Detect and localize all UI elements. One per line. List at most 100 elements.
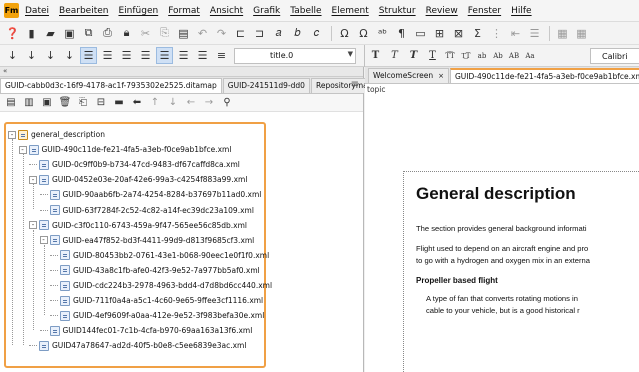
tab-active-topic[interactable]: GUID-490c11de-fe21-4fa5-a3eb-f0ce9ab1bfc…: [449, 68, 639, 83]
open-folder-icon[interactable]: ▰: [42, 25, 59, 42]
redo-icon[interactable]: ↷: [213, 25, 230, 42]
table-grid-icon[interactable]: ▦: [554, 25, 571, 42]
superscript-icon[interactable]: T͡T: [443, 47, 457, 64]
search-icon[interactable]: ⚲: [219, 94, 235, 111]
print-icon[interactable]: ⎙: [99, 25, 116, 42]
paste-icon[interactable]: ▤: [175, 25, 192, 42]
align-right-icon[interactable]: ☰: [118, 47, 135, 64]
tree-node[interactable]: GUID-90aab6fb-2a74-4254-8284-b37697b11ad…: [39, 189, 261, 200]
tree-node[interactable]: GUID47a78647-ad2d-40f5-b0e8-c5ee6839e3ac…: [29, 340, 246, 351]
tree-node[interactable]: GUID-63f7284f-2c52-4c82-a14f-ec39dc23a10…: [39, 205, 254, 216]
align-left-icon[interactable]: ☰: [80, 47, 97, 64]
underline-icon[interactable]: T: [424, 47, 441, 64]
tree-node[interactable]: GUID-43a8c1fb-afe0-42f3-9e52-7a977bb5af0…: [50, 265, 260, 276]
spacing-double-icon[interactable]: ☰: [194, 47, 211, 64]
spacing-custom-icon[interactable]: ≡: [213, 47, 230, 64]
move-up-icon[interactable]: ↑: [147, 94, 163, 111]
arrow-down-icon[interactable]: ↓: [42, 47, 59, 64]
collapse-toggle-icon[interactable]: -: [39, 236, 48, 245]
arrow-down-icon[interactable]: ↓: [23, 47, 40, 64]
save-all-icon[interactable]: ⧉: [80, 25, 97, 42]
lowercase-icon[interactable]: Ab: [491, 47, 505, 64]
menu-ansicht[interactable]: Ansicht: [210, 6, 243, 16]
collapse-panel-icon[interactable]: «: [0, 67, 363, 77]
insert-topicref-icon[interactable]: ▤: [3, 94, 19, 111]
tree-node[interactable]: GUID-80453bb2-0761-43e1-b068-90eec1e0f1f…: [50, 250, 269, 261]
preview-icon[interactable]: ⎗: [75, 94, 91, 111]
small-caps-icon[interactable]: ab: [475, 47, 489, 64]
insert-map-icon[interactable]: ▥: [21, 94, 37, 111]
lock-icon[interactable]: 🔒︎: [118, 25, 135, 42]
reference-icon[interactable]: ⊐: [251, 25, 268, 42]
condition-icon[interactable]: 𝑏: [289, 25, 306, 42]
table-icon[interactable]: ⊞: [431, 25, 448, 42]
menu-element[interactable]: Element: [332, 6, 369, 16]
tree-node[interactable]: GUID-0c9ff0b9-b734-47cd-9483-df67caffd8c…: [29, 159, 240, 170]
marker-icon[interactable]: 𝑐: [308, 25, 325, 42]
align-justify-icon[interactable]: ☰: [137, 47, 154, 64]
uppercase-icon[interactable]: AB: [507, 47, 521, 64]
numbering-icon[interactable]: ⋮: [488, 25, 505, 42]
variable-icon[interactable]: 𝑎: [270, 25, 287, 42]
abc-icon[interactable]: ᵃᵇ: [374, 25, 391, 42]
spacing-single-icon[interactable]: ☰: [156, 47, 173, 64]
menu-fenster[interactable]: Fenster: [468, 6, 501, 16]
collapse-toggle-icon[interactable]: -: [18, 145, 27, 154]
element-breadcrumb[interactable]: topic: [365, 84, 639, 94]
menu-datei[interactable]: Datei: [25, 6, 49, 16]
frame-icon[interactable]: ▭: [412, 25, 429, 42]
arrow-down-icon[interactable]: ↓: [61, 47, 78, 64]
paragraph-style-select[interactable]: title.0 ▼: [234, 47, 356, 64]
format-painter-icon[interactable]: ¶: [393, 25, 410, 42]
help-icon[interactable]: ❓: [4, 25, 21, 42]
bold-italic-icon[interactable]: T: [405, 47, 422, 64]
bold-icon[interactable]: T: [367, 47, 384, 64]
delete-icon[interactable]: 🗑︎: [57, 94, 73, 111]
tab-ditamap[interactable]: GUID-cabb0d3c-16f9-4178-ac1f-7935302e252…: [0, 78, 222, 93]
collapse-toggle-icon[interactable]: -: [29, 221, 37, 230]
demote-icon[interactable]: ←: [183, 94, 199, 111]
spacing-1-5-icon[interactable]: ☰: [175, 47, 192, 64]
subscript-icon[interactable]: T͟T: [459, 47, 473, 64]
close-icon[interactable]: ×: [438, 72, 444, 80]
spellcheck-icon[interactable]: Ω: [336, 25, 353, 42]
align-center-icon[interactable]: ☰: [99, 47, 116, 64]
tree-node[interactable]: - GUID-0452e03e-20af-42e6-99a3-c4254f883a…: [29, 174, 247, 185]
cut-icon[interactable]: ✂: [137, 25, 154, 42]
menu-review[interactable]: Review: [426, 6, 458, 16]
italic-icon[interactable]: T: [386, 47, 403, 64]
tree-node[interactable]: - GUID-490c11de-fe21-4fa5-a3eb-f0ce9ab1bf…: [18, 144, 231, 155]
save-map-icon[interactable]: ▣: [39, 94, 55, 111]
anchored-frame-icon[interactable]: ⊠: [450, 25, 467, 42]
menu-format[interactable]: Format: [168, 6, 200, 16]
find-icon[interactable]: Ω: [355, 25, 372, 42]
new-file-icon[interactable]: ▮: [23, 25, 40, 42]
tree-node[interactable]: GUID-711f0a4a-a5c1-4c60-9e65-9ffee3cf111…: [50, 295, 263, 306]
initial-caps-icon[interactable]: Aa: [523, 47, 537, 64]
tab-guid-241511d9[interactable]: GUID-241511d9-dd0: [222, 78, 310, 93]
promote-icon[interactable]: ⬅: [129, 94, 145, 111]
link-icon[interactable]: ⊏: [232, 25, 249, 42]
menu-einfuegen[interactable]: Einfügen: [118, 6, 158, 16]
menu-grafik[interactable]: Grafik: [253, 6, 280, 16]
tree-node[interactable]: GUID144fec01-7c1b-4cfa-b970-69aa163a13f6…: [39, 325, 252, 336]
menu-tabelle[interactable]: Tabelle: [290, 6, 321, 16]
table-grid-2-icon[interactable]: ▦: [573, 25, 590, 42]
reference-list-icon[interactable]: ▬: [111, 94, 127, 111]
tree-node[interactable]: GUID-4ef9609f-a0aa-412e-9e52-3f983befa30…: [50, 310, 264, 321]
tab-welcomescreen[interactable]: WelcomeScreen ×: [368, 68, 449, 83]
indent-icon[interactable]: →: [201, 94, 217, 111]
outdent-icon[interactable]: ⇤: [507, 25, 524, 42]
menu-bearbeiten[interactable]: Bearbeiten: [59, 6, 108, 16]
menu-hilfe[interactable]: Hilfe: [511, 6, 531, 16]
move-down-icon[interactable]: ↓: [165, 94, 181, 111]
copy-icon[interactable]: ⎘: [156, 25, 173, 42]
save-icon[interactable]: ▣: [61, 25, 78, 42]
hamburger-icon[interactable]: ≡: [351, 79, 359, 90]
undo-icon[interactable]: ↶: [194, 25, 211, 42]
menu-struktur[interactable]: Struktur: [379, 6, 416, 16]
tree-node[interactable]: - general_description: [8, 129, 105, 140]
collapse-toggle-icon[interactable]: -: [29, 175, 37, 184]
list-icon[interactable]: ☰: [526, 25, 543, 42]
equation-icon[interactable]: Σ: [469, 25, 486, 42]
